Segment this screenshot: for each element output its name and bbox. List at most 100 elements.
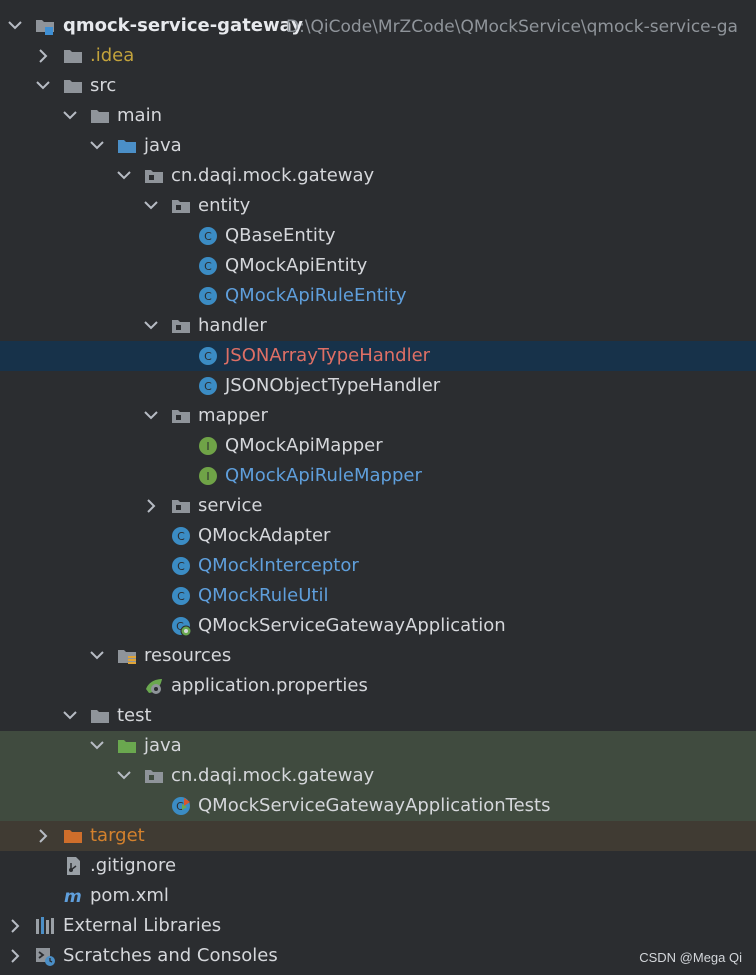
folder-icon — [89, 105, 111, 127]
spring-properties-icon — [143, 675, 165, 697]
chevron-down-icon[interactable] — [35, 76, 51, 96]
class-icon: C — [197, 285, 219, 307]
source-folder-icon — [116, 135, 138, 157]
svg-text:I: I — [206, 470, 209, 483]
chevron-down-icon[interactable] — [89, 736, 105, 756]
tree-item-label: service — [198, 495, 263, 516]
class-icon: C — [170, 585, 192, 607]
tree-item-label: JSONObjectTypeHandler — [225, 375, 441, 396]
tree-row-package-main[interactable]: cn.daqi.mock.gateway — [0, 161, 756, 191]
tree-item-label: External Libraries — [63, 915, 222, 936]
tree-item-label: resources — [144, 645, 232, 666]
gitignore-file-icon — [62, 855, 84, 877]
svg-text:C: C — [204, 230, 212, 243]
tree-row-jsonarraytypehandler[interactable]: C JSONArrayTypeHandler — [0, 341, 756, 371]
tree-row-qmockadapter[interactable]: C QMockAdapter — [0, 521, 756, 551]
tree-item-label: QMockApiEntity — [225, 255, 368, 276]
tree-row-gitignore[interactable]: .gitignore — [0, 851, 756, 881]
tree-row-qmockapimapper[interactable]: I QMockApiMapper — [0, 431, 756, 461]
chevron-down-icon[interactable] — [62, 706, 78, 726]
folder-icon — [89, 705, 111, 727]
tree-item-label: entity — [198, 195, 251, 216]
chevron-down-icon[interactable] — [116, 166, 132, 186]
tree-row-idea[interactable]: .idea — [0, 41, 756, 71]
tree-row-mapper[interactable]: mapper — [0, 401, 756, 431]
tree-row-java-test[interactable]: java — [0, 731, 756, 761]
watermark: CSDN @Mega Qi — [639, 950, 742, 965]
tree-item-label: QMockApiMapper — [225, 435, 383, 456]
tree-item-label: QMockInterceptor — [198, 555, 359, 576]
package-icon — [143, 165, 165, 187]
tree-row-root[interactable]: qmock-service-gateway D:\QiCode\MrZCode\… — [0, 11, 756, 41]
svg-text:C: C — [177, 560, 185, 573]
tree-row-external-libraries[interactable]: External Libraries — [0, 911, 756, 941]
chevron-right-icon[interactable] — [7, 916, 23, 936]
package-icon — [170, 495, 192, 517]
tree-row-jsonobjecttypehandler[interactable]: C JSONObjectTypeHandler — [0, 371, 756, 401]
chevron-down-icon[interactable] — [89, 136, 105, 156]
tree-item-label: .gitignore — [90, 855, 177, 876]
maven-file-icon: m — [62, 885, 84, 907]
tree-item-label: mapper — [198, 405, 268, 426]
tree-row-java-main[interactable]: java — [0, 131, 756, 161]
tree-row-target[interactable]: target — [0, 821, 756, 851]
tree-row-resources[interactable]: resources — [0, 641, 756, 671]
chevron-right-icon[interactable] — [7, 946, 23, 966]
tree-item-label: cn.daqi.mock.gateway — [171, 165, 375, 186]
svg-text:C: C — [204, 290, 212, 303]
chevron-down-icon[interactable] — [143, 196, 159, 216]
chevron-down-icon[interactable] — [143, 406, 159, 426]
tree-item-label: Scratches and Consoles — [63, 945, 278, 966]
svg-text:C: C — [177, 590, 185, 603]
tree-row-package-test[interactable]: cn.daqi.mock.gateway — [0, 761, 756, 791]
tree-item-label: QBaseEntity — [225, 225, 336, 246]
tree-row-service[interactable]: service — [0, 491, 756, 521]
resources-folder-icon — [116, 645, 138, 667]
tree-item-label: QMockRuleUtil — [198, 585, 329, 606]
project-name: qmock-service-gateway — [63, 15, 303, 36]
svg-text:I: I — [206, 440, 209, 453]
tree-item-label: test — [117, 705, 152, 726]
tree-item-label: cn.daqi.mock.gateway — [171, 765, 375, 786]
chevron-right-icon[interactable] — [35, 46, 51, 66]
tree-item-label: QMockAdapter — [198, 525, 331, 546]
tree-row-qmockapientity[interactable]: C QMockApiEntity — [0, 251, 756, 281]
package-icon — [170, 195, 192, 217]
project-tool-window: qmock-service-gateway D:\QiCode\MrZCode\… — [0, 0, 756, 975]
tree-row-qmockinterceptor[interactable]: C QMockInterceptor — [0, 551, 756, 581]
tree-row-pom-xml[interactable]: m pom.xml — [0, 881, 756, 911]
tree-item-label: target — [90, 825, 145, 846]
tree-row-main[interactable]: main — [0, 101, 756, 131]
tree-item-label: handler — [198, 315, 267, 336]
tree-item-label: QMockApiRuleEntity — [225, 285, 407, 306]
svg-text:C: C — [204, 350, 212, 363]
chevron-right-icon[interactable] — [143, 496, 159, 516]
interface-icon: I — [197, 435, 219, 457]
tree-row-src[interactable]: src — [0, 71, 756, 101]
top-strip — [0, 0, 756, 4]
tree-row-test[interactable]: test — [0, 701, 756, 731]
tree-row-qmockservicegatewayapplication[interactable]: C QMockServiceGatewayApplication — [0, 611, 756, 641]
tree-item-label: QMockApiRuleMapper — [225, 465, 422, 486]
tree-row-entity[interactable]: entity — [0, 191, 756, 221]
class-icon: C — [197, 225, 219, 247]
tree-row-qmockservicegatewayapplicationtests[interactable]: C QMockServiceGatewayApplicationTests — [0, 791, 756, 821]
tree-row-qmockapirulemapper[interactable]: I QMockApiRuleMapper — [0, 461, 756, 491]
tree-row-qbaseentity[interactable]: C QBaseEntity — [0, 221, 756, 251]
tree-row-qmockapiruleentity[interactable]: C QMockApiRuleEntity — [0, 281, 756, 311]
tree-row-handler[interactable]: handler — [0, 311, 756, 341]
tree-row-application-properties[interactable]: application.properties — [0, 671, 756, 701]
chevron-down-icon[interactable] — [116, 766, 132, 786]
chevron-down-icon[interactable] — [62, 106, 78, 126]
tree-row-qmockruleutil[interactable]: C QMockRuleUtil — [0, 581, 756, 611]
test-class-icon: C — [170, 795, 192, 817]
chevron-down-icon[interactable] — [89, 646, 105, 666]
chevron-down-icon[interactable] — [7, 16, 23, 36]
class-icon: C — [197, 255, 219, 277]
chevron-down-icon[interactable] — [143, 316, 159, 336]
tree-item-label: src — [90, 75, 117, 96]
tree-item-label: QMockServiceGatewayApplication — [198, 615, 506, 636]
folder-icon — [62, 75, 84, 97]
chevron-right-icon[interactable] — [35, 826, 51, 846]
svg-text:C: C — [204, 260, 212, 273]
